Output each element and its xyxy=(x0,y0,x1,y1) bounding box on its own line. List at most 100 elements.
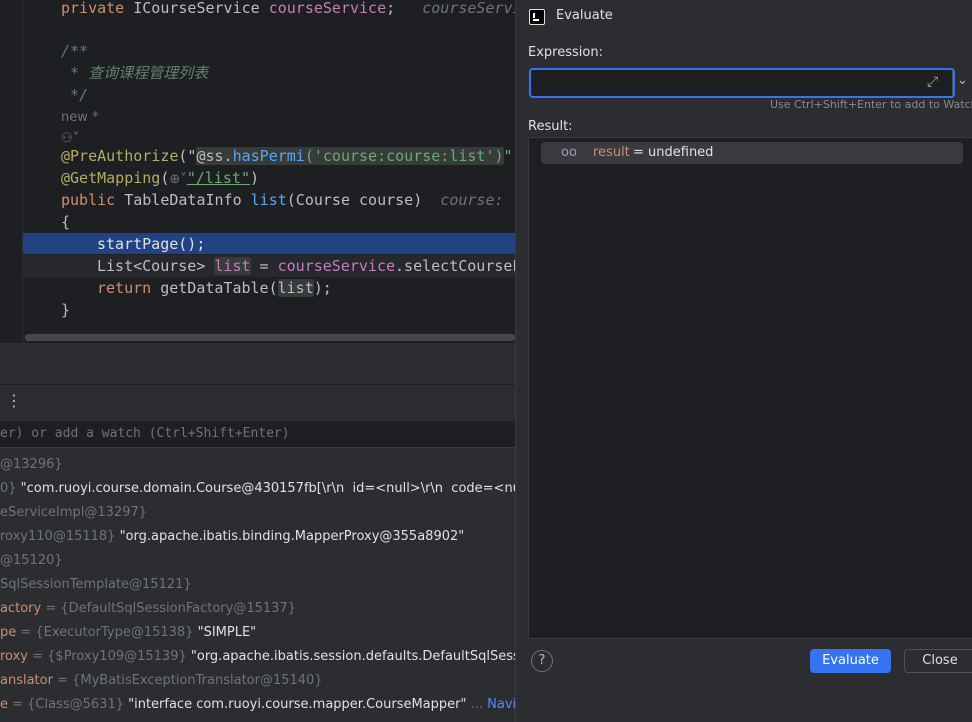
code-line-startpage: startPage(); xyxy=(97,235,206,253)
code-comment-line: * 查询课程管理列表 xyxy=(61,64,209,82)
code-token: ('course:course:list') xyxy=(304,147,504,165)
variable-type: = {ExecutorType@15138} xyxy=(16,625,194,640)
code-token: ICourseService xyxy=(124,0,269,17)
variable-type: eServiceImpl@13297} xyxy=(0,505,148,520)
code-token: ); xyxy=(313,279,332,297)
variable-row[interactable]: SqlSessionTemplate@15121} xyxy=(0,573,192,597)
help-button[interactable]: ? xyxy=(531,650,553,672)
variable-row[interactable]: actory = {DefaultSqlSessionFactory@15137… xyxy=(0,597,296,621)
code-token: list xyxy=(277,279,314,297)
variable-ellipsis: ... xyxy=(466,697,484,712)
chevron-down-icon[interactable]: ⌄ xyxy=(957,73,968,88)
code-line-method-signature: public TableDataInfo list(Course course)… xyxy=(61,189,504,211)
code-line-list-assign: List<Course> list = courseService.select… xyxy=(97,255,515,277)
variable-name: anslator xyxy=(0,673,53,688)
variable-value: "org.apache.ibatis.binding.MapperProxy@3… xyxy=(115,529,465,544)
variable-type: = {MyBatisExceptionTranslator@15140} xyxy=(52,673,323,688)
globe-icon[interactable]: ⊕˅ xyxy=(169,172,186,187)
code-token: ; xyxy=(386,0,396,17)
variable-type: = {DefaultSqlSessionFactory@15137} xyxy=(41,601,296,616)
variable-type: @15120} xyxy=(0,553,63,568)
inline-debug-hint: course: xyxy=(440,191,504,209)
code-line-getmapping: @GetMapping(⊕˅"/list") xyxy=(61,167,259,189)
code-line-return: return getDataTable(list); xyxy=(97,277,332,299)
variable-value: "SIMPLE" xyxy=(193,625,257,640)
variable-type: = {Class@5631} xyxy=(8,697,124,712)
code-token: courseService xyxy=(277,257,396,275)
watch-expression-input[interactable]: er) or add a watch (Ctrl+Shift+Enter) xyxy=(0,421,515,448)
code-token: public xyxy=(61,191,116,209)
variable-row[interactable]: roxy110@15118} "org.apache.ibatis.bindin… xyxy=(0,525,464,549)
watch-hint: Use Ctrl+Shift+Enter to add to Watches xyxy=(770,98,972,111)
evaluate-dialog: Evaluate Expression: ⤢ ⌄ Use Ctrl+Shift+… xyxy=(515,0,972,722)
code-token: (" xyxy=(178,147,197,165)
result-row[interactable]: oo result = undefined xyxy=(541,142,963,164)
code-comment-line: /** xyxy=(61,42,89,60)
close-button[interactable]: Close xyxy=(904,649,972,673)
more-vertical-icon[interactable]: ⋮ xyxy=(6,391,22,410)
variable-row[interactable]: eServiceImpl@13297} xyxy=(0,501,147,525)
code-vision-new-label[interactable]: new * xyxy=(61,107,99,129)
variable-value: "interface com.ruoyi.course.mapper.Cours… xyxy=(123,697,467,712)
debug-variables-panel: ⋮ er) or add a watch (Ctrl+Shift+Enter) … xyxy=(0,343,515,722)
code-token: ") xyxy=(503,147,515,165)
variable-type: @13296} xyxy=(0,457,63,472)
result-label: Result: xyxy=(528,119,573,134)
variable-type: 0} xyxy=(0,481,17,496)
dialog-title: Evaluate xyxy=(556,8,613,23)
code-token: . xyxy=(223,147,233,165)
expression-label: Expression: xyxy=(528,45,603,60)
code-token: .selectCourseL xyxy=(395,257,515,275)
variable-row[interactable]: roxy = {$Proxy109@15139} "org.apache.iba… xyxy=(0,645,515,669)
navigate-link[interactable]: Navigate xyxy=(483,697,515,712)
variable-name: actory xyxy=(0,601,42,616)
result-panel: oo result = undefined xyxy=(528,137,972,639)
code-token: private xyxy=(61,0,125,17)
code-token: = xyxy=(250,257,278,275)
variable-name: pe xyxy=(0,625,17,640)
variable-row[interactable]: 0} "com.ruoyi.course.domain.Course@43015… xyxy=(0,477,515,501)
variable-name: roxy xyxy=(0,649,28,664)
code-token[interactable]: "/list" xyxy=(187,169,250,187)
variable-row[interactable]: e = {Class@5631} "interface com.ruoyi.co… xyxy=(0,693,515,717)
debug-toolbar xyxy=(0,384,515,422)
code-line-field: private ICourseService courseService; co… xyxy=(61,0,515,19)
expand-icon[interactable]: ⤢ xyxy=(927,74,938,90)
code-token: ) xyxy=(250,169,260,187)
variable-type: = {$Proxy109@15139} xyxy=(28,649,187,664)
variable-type: SqlSessionTemplate@15121} xyxy=(0,577,192,592)
code-token: getDataTable( xyxy=(151,279,278,297)
watch-glasses-icon: oo xyxy=(561,145,577,160)
code-token: List<Course> xyxy=(97,257,215,275)
code-token: @GetMapping xyxy=(61,169,161,187)
code-comment-line: */ xyxy=(61,86,89,104)
code-line-brace: } xyxy=(61,301,71,319)
result-name: result xyxy=(593,145,630,160)
code-token: @PreAuthorize xyxy=(61,147,179,165)
code-token: (Course course) xyxy=(286,191,423,209)
code-token: list xyxy=(250,191,287,209)
code-token: return xyxy=(97,279,152,297)
expression-input[interactable] xyxy=(529,68,955,98)
variable-name: e xyxy=(0,697,8,712)
code-token: @ss xyxy=(196,147,224,165)
code-editor[interactable]: private ICourseService courseService; co… xyxy=(0,0,515,343)
horizontal-scrollbar[interactable] xyxy=(25,334,515,341)
editor-gutter xyxy=(0,0,23,343)
code-token: TableDataInfo xyxy=(115,191,251,209)
variable-row[interactable]: @15120} xyxy=(0,549,63,573)
code-token: hasPermi xyxy=(232,147,305,165)
code-line-brace: { xyxy=(61,213,71,231)
evaluate-button[interactable]: Evaluate xyxy=(810,649,891,673)
variable-row[interactable]: @13296} xyxy=(0,453,63,477)
inline-debug-hint: courseServic xyxy=(422,0,515,17)
variable-value: "org.apache.ibatis.session.defaults.Defa… xyxy=(190,649,515,664)
variable-type: roxy110@15118} xyxy=(0,529,116,544)
code-token: courseService xyxy=(268,0,387,17)
variable-row[interactable]: anslator = {MyBatisExceptionTranslator@1… xyxy=(0,669,323,693)
variable-row[interactable]: pe = {ExecutorType@15138} "SIMPLE" xyxy=(0,621,256,645)
input-divider xyxy=(952,70,953,96)
variable-value: "com.ruoyi.course.domain.Course@430157fb… xyxy=(16,481,515,496)
result-value: = undefined xyxy=(633,145,714,160)
code-token: list xyxy=(214,257,251,275)
